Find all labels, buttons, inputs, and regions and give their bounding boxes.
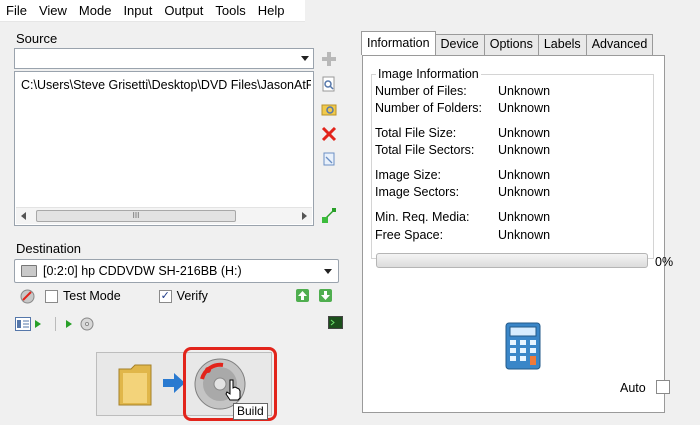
info-label: Free Space: [375, 228, 444, 242]
progress-bar [376, 253, 648, 268]
info-label: Total File Sectors: [375, 143, 475, 157]
info-value: Unknown [498, 185, 551, 199]
verify-checkbox[interactable]: ✓ [158, 289, 172, 303]
menu-mode[interactable]: Mode [79, 3, 112, 18]
info-label: Number of Files: [375, 84, 467, 98]
verify-label[interactable]: Verify [177, 289, 208, 303]
destination-selected: [0:2:0] hp CDDVDW SH-216BB (H:) [43, 264, 242, 278]
menu-view[interactable]: View [39, 3, 67, 18]
info-value: Unknown [498, 101, 551, 115]
write-icon[interactable] [35, 320, 41, 328]
queue-toolbar [15, 317, 94, 331]
tab-device[interactable]: Device [434, 34, 485, 55]
calculator-icon[interactable] [505, 322, 541, 370]
separator [55, 317, 56, 331]
destination-options: Test Mode ✓ Verify [20, 287, 208, 305]
search-file-icon[interactable] [320, 75, 338, 93]
terminal-icon[interactable] [328, 316, 343, 329]
chevron-down-icon [301, 56, 309, 61]
drive-icon [21, 265, 37, 277]
info-value: Unknown [498, 126, 551, 140]
info-value: Unknown [498, 168, 551, 182]
info-label: Min. Req. Media: [375, 210, 470, 224]
test-mode-label[interactable]: Test Mode [63, 289, 121, 303]
list-item[interactable]: C:\Users\Steve Grisetti\Desktop\DVD File… [21, 78, 311, 92]
group-title: Image Information [376, 67, 481, 81]
calculate-icon[interactable] [320, 206, 338, 224]
info-label: Image Sectors: [375, 185, 460, 199]
chevron-down-icon [324, 269, 332, 274]
scroll-left-icon[interactable] [21, 212, 26, 220]
auto-checkbox[interactable] [656, 380, 670, 394]
info-value: Unknown [498, 143, 551, 157]
tab-labels[interactable]: Labels [537, 34, 587, 55]
info-label: Image Size: [375, 168, 442, 182]
menu-bar: File View Mode Input Output Tools Help [0, 0, 305, 22]
write-speed-down-icon[interactable] [318, 288, 333, 303]
read-icon[interactable] [66, 320, 72, 328]
info-value: Unknown [498, 84, 551, 98]
source-dropdown[interactable] [14, 48, 314, 69]
info-value: Unknown [498, 228, 551, 242]
build-tooltip: Build [233, 403, 268, 420]
horizontal-scrollbar[interactable]: III [16, 207, 312, 224]
source-label: Source [16, 31, 58, 46]
menu-output[interactable]: Output [164, 3, 203, 18]
info-label: Number of Folders: [375, 101, 482, 115]
tab-advanced[interactable]: Advanced [585, 34, 654, 55]
progress-percent: 0% [655, 255, 674, 269]
auto-label[interactable]: Auto [620, 381, 646, 395]
source-file-list[interactable]: C:\Users\Steve Grisetti\Desktop\DVD File… [14, 71, 314, 226]
folder-icon [117, 363, 153, 407]
tab-options[interactable]: Options [483, 34, 539, 55]
scrollbar-thumb[interactable]: III [36, 210, 236, 222]
tab-bar: Information Device Options Labels Advanc… [361, 31, 654, 55]
add-icon[interactable] [320, 50, 338, 68]
menu-tools[interactable]: Tools [215, 3, 245, 18]
test-mode-checkbox[interactable] [45, 289, 58, 303]
log-icon[interactable] [15, 317, 31, 331]
destination-label: Destination [16, 241, 82, 256]
erase-icon[interactable] [20, 289, 35, 304]
menu-file[interactable]: File [6, 3, 27, 18]
disc-image-icon[interactable] [80, 317, 94, 331]
tab-information[interactable]: Information [361, 31, 436, 55]
menu-input[interactable]: Input [123, 3, 152, 18]
menu-help[interactable]: Help [258, 3, 285, 18]
clear-list-icon[interactable] [320, 150, 338, 168]
write-speed-up-icon[interactable] [295, 288, 310, 303]
delete-icon[interactable] [320, 125, 338, 143]
info-label: Total File Size: [375, 126, 457, 140]
browse-folder-icon[interactable] [320, 100, 338, 118]
arrow-right-icon [163, 373, 185, 393]
destination-dropdown[interactable]: [0:2:0] hp CDDVDW SH-216BB (H:) [14, 259, 339, 283]
info-value: Unknown [498, 210, 551, 224]
scroll-right-icon[interactable] [302, 212, 307, 220]
